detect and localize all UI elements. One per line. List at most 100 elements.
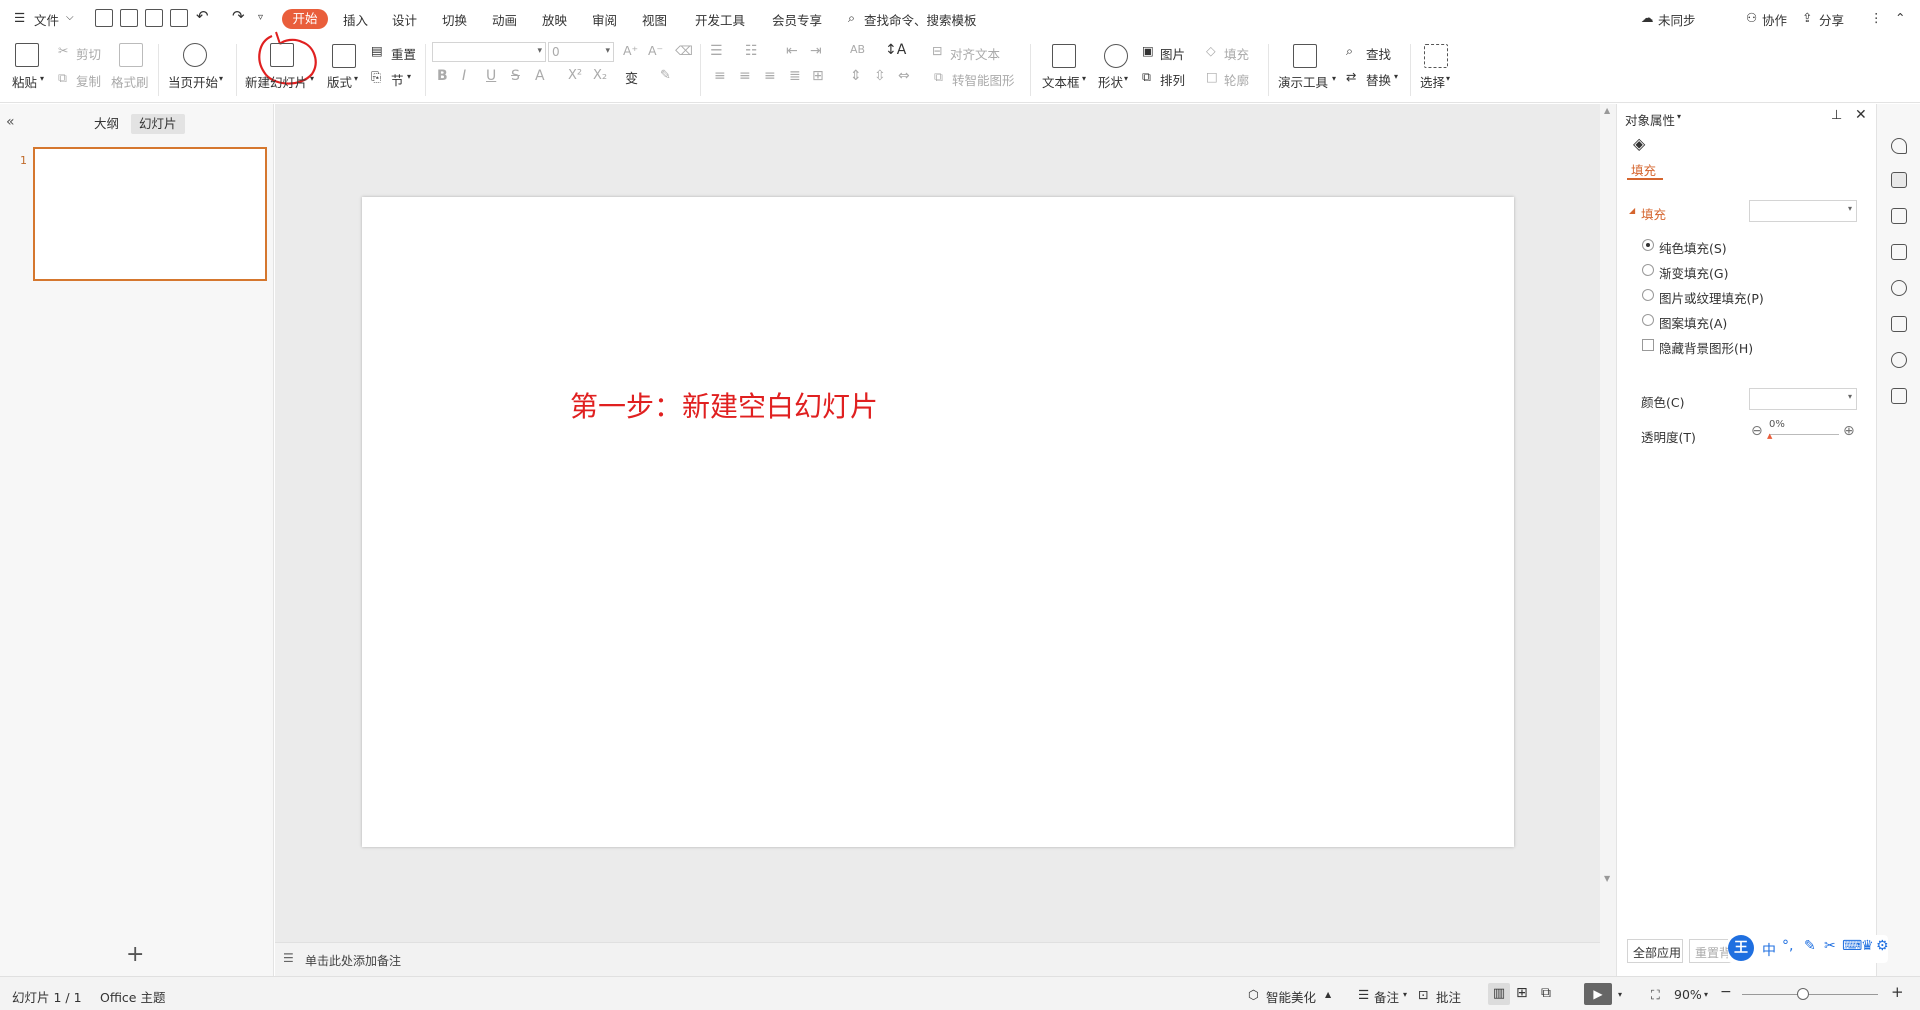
collapse-ribbon-icon[interactable]: ⌃ (1895, 10, 1905, 25)
play-from-current-button[interactable]: 当页开始 (168, 72, 218, 91)
props-title-dropdown-icon[interactable]: ▾ (1677, 112, 1681, 121)
tab-view[interactable]: 视图 (642, 10, 667, 29)
strikethrough-icon[interactable]: S (511, 68, 520, 84)
props-title[interactable]: 对象属性 (1625, 110, 1675, 129)
shape-icon[interactable] (1104, 44, 1128, 68)
print-icon[interactable] (145, 9, 163, 27)
format-painter-icon[interactable] (119, 43, 143, 67)
para-spacing-icon[interactable]: ⇕ (850, 68, 862, 84)
replace-button[interactable]: 替换 (1366, 70, 1391, 89)
tab-developer[interactable]: 开发工具 (695, 10, 745, 29)
justify-icon[interactable]: ≣ (789, 68, 801, 84)
presentation-tools-button[interactable]: 演示工具 (1278, 72, 1328, 91)
fit-window-icon[interactable]: ⛶ (1651, 987, 1660, 1003)
animation-icon[interactable] (1891, 208, 1907, 224)
align-right-icon[interactable]: ≡ (764, 68, 776, 84)
picture-button[interactable]: 图片 (1160, 44, 1185, 63)
char-spacing-icon[interactable]: 变 (625, 68, 638, 87)
ime-settings-icon[interactable]: ⚙ (1876, 938, 1889, 954)
picture-fill-label[interactable]: 图片或纹理填充(P) (1659, 288, 1764, 307)
slide-switch-icon[interactable] (1891, 244, 1907, 260)
section-dropdown-icon[interactable]: ▾ (407, 72, 411, 81)
fill-type-select[interactable]: ▾ (1749, 200, 1857, 222)
tab-insert[interactable]: 插入 (343, 10, 368, 29)
zoom-in-icon[interactable]: + (1891, 983, 1904, 1001)
color-select[interactable]: ▾ (1749, 388, 1857, 410)
slide-canvas[interactable]: 第一步：新建空白幻灯片 (362, 197, 1514, 847)
fill-bucket-icon[interactable]: ◈ (1633, 134, 1645, 153)
find-button[interactable]: 查找 (1366, 44, 1391, 63)
rocket-icon[interactable] (1891, 138, 1907, 154)
command-search-input[interactable]: 查找命令、搜索模板 (864, 10, 977, 29)
play-dropdown-icon[interactable]: ▾ (219, 74, 223, 83)
cut-button[interactable]: 剪切 (76, 44, 101, 63)
section-collapse-icon[interactable]: ◢ (1629, 206, 1635, 215)
tab-slides[interactable]: 幻灯片 (131, 114, 185, 134)
arrange-button[interactable]: 排列 (1160, 70, 1185, 89)
solid-fill-radio[interactable] (1642, 239, 1654, 251)
print-preview-icon[interactable] (170, 9, 188, 27)
chevron-down-icon[interactable]: ⌵ (66, 12, 74, 23)
italic-icon[interactable]: I (462, 68, 466, 84)
layout-button[interactable]: 版式 (327, 72, 352, 91)
close-icon[interactable]: ✕ (1855, 107, 1867, 123)
zoom-level[interactable]: 90% (1674, 987, 1702, 1002)
underline-icon[interactable]: U (486, 68, 496, 84)
ime-punct-icon[interactable]: °, (1782, 938, 1793, 954)
ime-lang[interactable]: 中 (1762, 940, 1776, 960)
select-icon[interactable] (1424, 44, 1448, 68)
clear-format-icon[interactable]: ⌫ (675, 43, 693, 58)
presentation-tools-dropdown-icon[interactable]: ▾ (1332, 74, 1336, 83)
tab-fill[interactable]: 填充 (1631, 160, 1656, 179)
shape-dropdown-icon[interactable]: ▾ (1124, 74, 1128, 83)
font-family-select[interactable]: ▾ (432, 42, 546, 62)
slide-sorter-icon[interactable]: ⊞ (1516, 985, 1528, 1001)
gradient-fill-label[interactable]: 渐变填充(G) (1659, 263, 1728, 282)
play-dropdown-icon-status[interactable]: ▾ (1618, 990, 1622, 999)
paste-icon[interactable] (15, 43, 39, 67)
reset-button[interactable]: 重置 (391, 44, 416, 63)
fill-button[interactable]: 填充 (1224, 44, 1249, 63)
help-icon[interactable] (1891, 280, 1907, 296)
layout-icon[interactable] (332, 44, 356, 68)
gradient-fill-radio[interactable] (1642, 264, 1654, 276)
zoom-slider-track[interactable] (1742, 994, 1878, 995)
distribute-icon[interactable]: ⊞ (812, 68, 824, 84)
replace-dropdown-icon[interactable]: ▾ (1394, 72, 1398, 81)
slide-thumbnail[interactable] (33, 147, 267, 281)
zoom-dropdown-icon[interactable]: ▾ (1704, 990, 1708, 999)
paste-dropdown-icon[interactable]: ▾ (40, 74, 44, 83)
section-button[interactable]: 节 (391, 70, 404, 89)
play-slideshow-icon[interactable]: ▶ (1584, 983, 1612, 1005)
properties-icon[interactable] (1891, 172, 1907, 188)
tab-outline[interactable]: 大纲 (86, 114, 127, 134)
new-slide-dropdown-icon[interactable]: ▾ (310, 74, 314, 83)
play-icon[interactable] (183, 43, 207, 67)
text-case-icon[interactable]: AB (850, 43, 865, 56)
tab-animation[interactable]: 动画 (492, 10, 517, 29)
transparency-slider-thumb[interactable]: ▲ (1767, 432, 1772, 440)
select-button[interactable]: 选择 (1420, 72, 1445, 91)
smart-beautify-button[interactable]: 智能美化 (1266, 987, 1316, 1006)
ime-logo-icon[interactable]: 王 (1728, 935, 1754, 961)
sync-status[interactable]: 未同步 (1658, 10, 1696, 29)
tab-home[interactable]: 开始 (282, 9, 328, 29)
new-slide-icon[interactable] (270, 43, 294, 67)
apply-all-button[interactable]: 全部应用 (1627, 939, 1683, 963)
ime-scissors-icon[interactable]: ✂ (1824, 938, 1836, 954)
zoom-slider-thumb[interactable] (1797, 988, 1809, 1000)
reading-view-icon[interactable]: ⧉ (1541, 985, 1551, 1001)
hide-bg-label[interactable]: 隐藏背景图形(H) (1659, 338, 1753, 357)
bullet-list-icon[interactable]: ☰ (710, 43, 723, 59)
customize-quick-access-icon[interactable]: ▿ (258, 12, 263, 23)
zoom-out-icon[interactable]: − (1720, 984, 1732, 1000)
slide-text[interactable]: 第一步：新建空白幻灯片 (570, 385, 878, 425)
increase-font-icon[interactable]: A⁺ (623, 43, 638, 58)
ime-pen-icon[interactable]: ✎ (1804, 938, 1816, 954)
smart-beautify-dropdown-icon[interactable]: ▲ (1325, 990, 1331, 999)
tab-design[interactable]: 设计 (392, 10, 417, 29)
textbox-icon[interactable] (1052, 44, 1076, 68)
tab-member[interactable]: 会员专享 (772, 10, 822, 29)
file-menu[interactable]: 文件 (34, 10, 59, 29)
transparency-slider-track[interactable] (1769, 434, 1839, 435)
